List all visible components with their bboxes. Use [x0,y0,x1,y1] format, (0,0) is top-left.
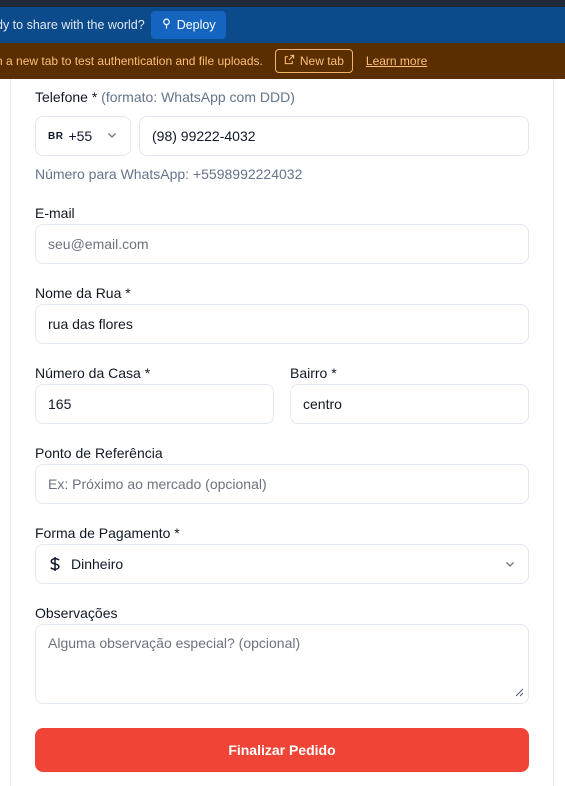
deploy-banner: dy to share with the world? Deploy [0,7,565,43]
resize-handle-icon[interactable] [515,684,524,700]
phone-helper-text: Número para WhatsApp: +5598992224032 [35,166,303,182]
house-number-input[interactable]: 165 [35,384,274,424]
external-link-icon [284,54,295,68]
notes-placeholder: Alguma observação especial? (opcional) [48,635,301,651]
phone-input[interactable]: (98) 99222-4032 [139,116,529,156]
browser-top-strip [0,0,565,7]
country-flag: BR [48,130,64,142]
chevron-down-icon [504,558,516,570]
learn-more-link[interactable]: Learn more [366,54,427,68]
street-label: Nome da Rua * [35,285,131,301]
phone-format-hint: (formato: WhatsApp com DDD) [101,89,295,105]
reference-label: Ponto de Referência [35,445,163,461]
email-input[interactable]: seu@email.com [35,224,529,264]
pin-icon [161,18,172,32]
new-tab-label: New tab [299,54,344,68]
deploy-banner-message: dy to share with the world? [0,18,145,32]
warning-banner: n a new tab to test authentication and f… [0,43,565,79]
submit-order-button[interactable]: Finalizar Pedido [35,728,529,772]
house-number-label: Número da Casa * [35,365,151,381]
neighborhood-label: Bairro * [290,365,337,381]
chevron-down-icon [106,128,118,144]
new-tab-button[interactable]: New tab [274,49,353,73]
notes-label: Observações [35,605,118,621]
payment-select[interactable]: Dinheiro [35,544,529,584]
email-label: E-mail [35,205,75,221]
country-code-value: +55 [68,128,93,144]
notes-textarea[interactable]: Alguma observação especial? (opcional) [35,624,529,704]
deploy-button[interactable]: Deploy [150,11,226,39]
neighborhood-input[interactable]: centro [290,384,529,424]
payment-selected-value: Dinheiro [71,556,124,572]
dollar-icon [48,556,62,572]
warning-banner-message: n a new tab to test authentication and f… [0,54,263,68]
deploy-button-label: Deploy [176,18,216,32]
street-input[interactable]: rua das flores [35,304,529,344]
phone-label: Telefone * (formato: WhatsApp com DDD) [35,89,295,105]
payment-label: Forma de Pagamento * [35,525,180,541]
phone-label-text: Telefone * [35,89,98,105]
reference-input[interactable]: Ex: Próximo ao mercado (opcional) [35,464,529,504]
country-code-select[interactable]: BR +55 [35,116,131,156]
